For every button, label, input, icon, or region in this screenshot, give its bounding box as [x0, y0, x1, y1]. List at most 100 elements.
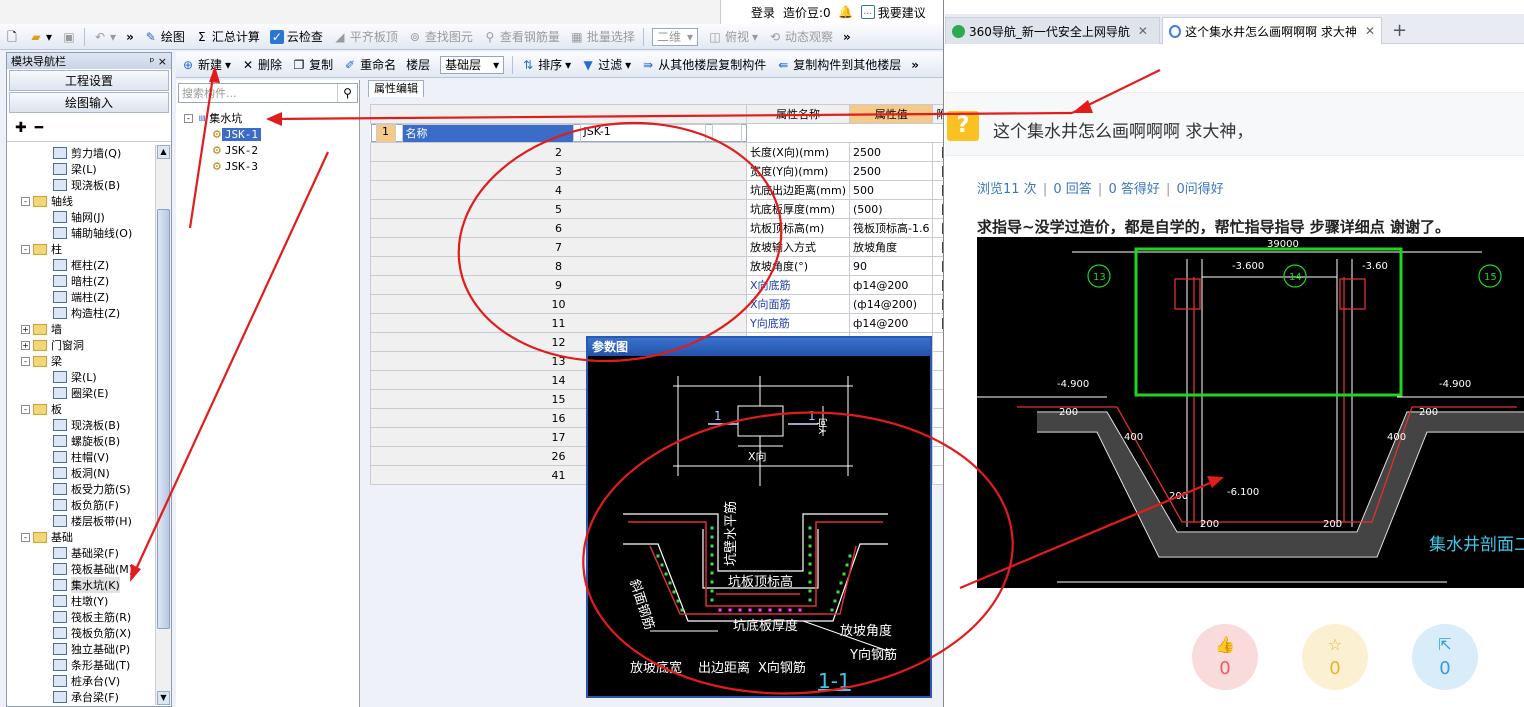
scroll-up-icon[interactable]: ▲ [157, 145, 170, 159]
tree-item[interactable]: 构造柱(Z) [9, 305, 155, 321]
cloud-check-button[interactable]: ✓ 云检查 [265, 26, 328, 48]
collapse-icon[interactable]: - [21, 404, 30, 414]
property-value[interactable]: (500) [849, 199, 934, 219]
property-value[interactable]: (ф14@200) [849, 294, 934, 314]
save-button[interactable]: ▣ [57, 26, 81, 48]
property-value[interactable]: ф14@200 [849, 313, 934, 333]
drawing-input-button[interactable]: 绘图输入 [9, 92, 169, 113]
tree-item[interactable]: 集水坑(K) [9, 577, 155, 593]
close-tab-icon[interactable]: ✕ [1365, 24, 1375, 38]
tree-category[interactable]: + 门窗洞 [9, 337, 155, 353]
share-button[interactable]: ⇱ 0 [1412, 624, 1478, 690]
property-row[interactable]: 7 放坡输入方式 放坡角度 [370, 237, 943, 257]
component-root[interactable]: - ⩏ 集水坑 [184, 110, 261, 126]
attach-checkbox[interactable] [941, 242, 943, 253]
rename-button[interactable]: ✐ 重命名 [338, 54, 401, 76]
attach-checkbox[interactable] [941, 299, 943, 310]
property-row[interactable]: 3 宽度(Y向)(mm) 2500 [370, 161, 943, 181]
attach-checkbox[interactable] [941, 166, 943, 177]
close-tab-icon[interactable]: ✕ [1138, 24, 1148, 38]
collapse-icon[interactable]: - [21, 356, 30, 366]
attach-checkbox[interactable] [941, 204, 943, 215]
attach-checkbox[interactable] [941, 223, 943, 234]
top-view-button[interactable]: ◫ 俯视 ▾ [703, 26, 763, 48]
tree-item[interactable]: 梁(L) [9, 161, 155, 177]
suggest-link[interactable]: … 我要建议 [860, 4, 926, 21]
component-search[interactable]: 搜索构件... ⚲ [178, 83, 358, 103]
project-settings-button[interactable]: 工程设置 [9, 70, 169, 91]
tree-item[interactable]: 条形基础(T) [9, 657, 155, 673]
property-value[interactable]: ф14@200 [849, 275, 934, 295]
property-row[interactable]: 2 长度(X向)(mm) 2500 [370, 142, 943, 162]
property-value[interactable]: 2500 [849, 161, 934, 181]
tree-category[interactable]: - 轴线 [9, 193, 155, 209]
tree-category[interactable]: -板 [9, 401, 155, 417]
filter-button[interactable]: ▼ 过滤 ▾ [576, 54, 636, 76]
delete-button[interactable]: ✕ 删除 [236, 54, 287, 76]
tree-category[interactable]: - 基础 [9, 529, 155, 545]
tree-item[interactable]: 框柱(Z) [9, 257, 155, 273]
tree-item[interactable]: 现浇板(B) [9, 177, 155, 193]
floor-select[interactable]: 基础层 ▾ [435, 54, 509, 76]
tree-item[interactable]: 筏板主筋(R) [9, 609, 155, 625]
view-rebar-button[interactable]: ⚲ 查看钢筋量 [478, 26, 565, 48]
toolbar-overflow[interactable]: » [838, 26, 856, 48]
sum-calc-button[interactable]: Σ 汇总计算 [190, 26, 265, 48]
property-row[interactable]: 11 Y向底筋 ф14@200 [370, 313, 943, 333]
property-row[interactable]: 1 名称 JSK-1 [370, 123, 747, 143]
tree-item[interactable]: 筏板基础(M) [9, 561, 155, 577]
property-row[interactable]: 4 坑底出边距离(mm) 500 [370, 180, 943, 200]
property-row[interactable]: 5 坑底板厚度(mm) (500) [370, 199, 943, 219]
browser-tab[interactable]: 360导航_新一代安全上网导航 ✕ [945, 17, 1160, 44]
tree-category[interactable]: -梁 [9, 353, 155, 369]
copy-to-floor-button[interactable]: ⇚ 复制构件到其他楼层 [771, 54, 906, 76]
collapse-icon[interactable]: - [21, 196, 30, 206]
tree-item[interactable]: 基础梁(F) [9, 545, 155, 561]
collapse-icon[interactable]: - [21, 532, 30, 542]
expand-icon[interactable]: + [21, 340, 30, 350]
tree-item[interactable]: 板受力筋(S) [9, 481, 155, 497]
view-mode-dropdown[interactable]: 二维 ▾ [647, 26, 703, 48]
property-value[interactable]: JSK-1 [579, 123, 706, 143]
tree-item[interactable]: 板洞(N) [9, 465, 155, 481]
toolbar-overflow[interactable]: » [906, 54, 924, 76]
collapse-icon[interactable]: - [21, 244, 30, 254]
tree-item[interactable]: 轴网(J) [9, 209, 155, 225]
tree-item[interactable]: 圈梁(E) [9, 385, 155, 401]
property-row[interactable]: 10 X向面筋 (ф14@200) [370, 294, 943, 314]
tree-item[interactable]: 梁(L) [9, 369, 155, 385]
cad-section-image[interactable]: 13 14 15 39000 -3.600 -3.60 -4.900 -4.90… [977, 237, 1524, 588]
module-tree-scrollbar[interactable]: ▲ ▼ [155, 145, 171, 705]
bell-icon[interactable]: 🔔 [838, 5, 853, 19]
tab-property-edit[interactable]: 属性编辑 [368, 80, 424, 97]
attach-checkbox[interactable] [941, 280, 943, 291]
tree-item[interactable]: 筏板负筋(X) [9, 625, 155, 641]
new-component-button[interactable]: ⊕ 新建 ▾ [176, 54, 236, 76]
tree-item[interactable]: 柱墩(Y) [9, 593, 155, 609]
sort-button[interactable]: ⇅ 排序 ▾ [516, 54, 576, 76]
undo-button[interactable]: ↶ ▾ [88, 26, 121, 48]
answers-count[interactable]: 0 回答 [1053, 182, 1091, 197]
property-value[interactable]: 500 [849, 180, 934, 200]
property-value[interactable]: 90 [849, 256, 934, 276]
open-file-button[interactable]: ▰ ▾ [24, 26, 57, 48]
component-item[interactable]: ⚙ JSK-2 [212, 142, 261, 158]
tree-item[interactable]: 现浇板(B) [9, 417, 155, 433]
collapse-all-icon[interactable]: ━ [35, 120, 43, 136]
tree-item[interactable]: 桩承台(V) [9, 673, 155, 689]
attach-checkbox[interactable] [941, 185, 943, 196]
property-row[interactable]: 6 坑板顶标高(m) 筏板顶标高-1.6 [370, 218, 943, 238]
property-value[interactable]: 筏板顶标高-1.6 [849, 218, 934, 238]
attach-checkbox[interactable] [941, 147, 943, 158]
like-button[interactable]: 👍 0 [1192, 624, 1258, 690]
copy-from-floor-button[interactable]: ⇛ 从其他楼层复制构件 [636, 54, 771, 76]
pin-close-icon[interactable]: ᵖ × [150, 55, 167, 68]
parameter-figure-window[interactable]: 参数图 1 1 X向 Y向 坑壁水平筋 坑板顶标高 坑底板厚度 放坡角度 Y向钢… [586, 336, 932, 698]
tree-item[interactable]: 暗柱(Z) [9, 273, 155, 289]
toolbar-overflow[interactable]: » [121, 26, 139, 48]
tree-category[interactable]: + 墙 [9, 321, 155, 337]
component-item[interactable]: ⚙ JSK-1 [212, 126, 261, 142]
dynamic-view-button[interactable]: ⟲ 动态观察 [763, 26, 838, 48]
tree-item[interactable]: 板负筋(F) [9, 497, 155, 513]
scrollbar-thumb[interactable] [157, 209, 170, 629]
